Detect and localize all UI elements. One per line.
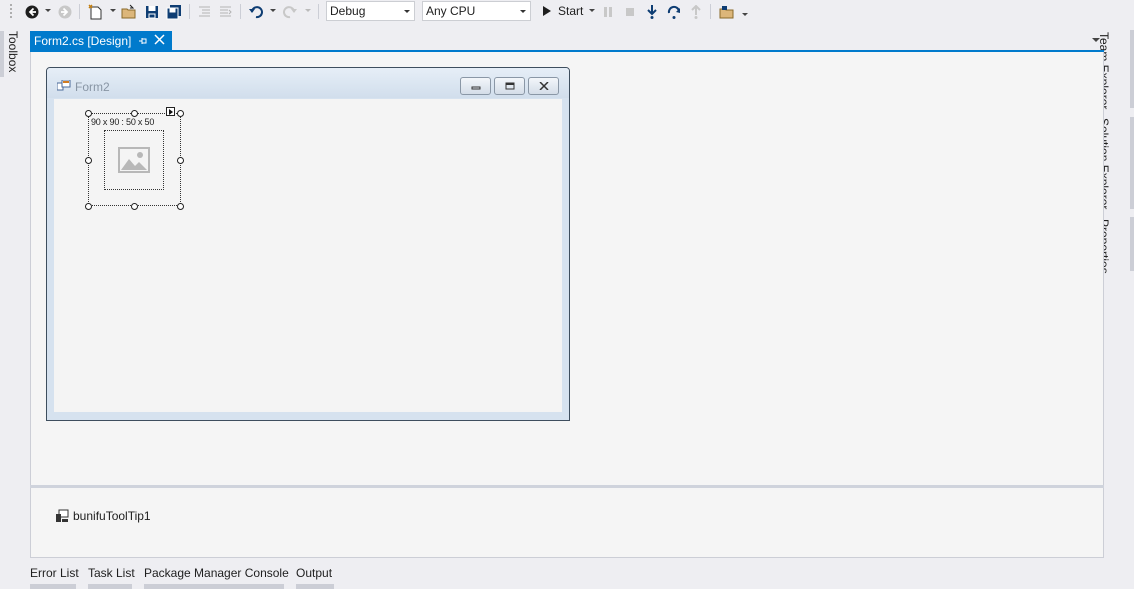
save-all-icon[interactable] — [165, 2, 183, 21]
find-icon[interactable] — [718, 2, 736, 21]
resize-handle[interactable] — [131, 203, 138, 210]
document-tab[interactable]: Form2.cs [Design] — [30, 31, 172, 50]
toolbox-tab[interactable]: Toolbox — [6, 31, 20, 72]
resize-handle[interactable] — [85, 110, 92, 117]
pin-icon[interactable] — [138, 35, 148, 49]
resize-handle[interactable] — [131, 110, 138, 117]
form-title: Form2 — [75, 80, 110, 94]
minimize-button[interactable] — [460, 77, 491, 95]
toolbar-grip[interactable] — [9, 3, 13, 20]
image-placeholder-icon — [118, 147, 150, 173]
back-dropdown-icon[interactable] — [45, 9, 51, 12]
resize-handle[interactable] — [85, 157, 92, 164]
redo-icon[interactable] — [281, 2, 299, 21]
platform-value: Any CPU — [426, 4, 476, 18]
stop-icon[interactable] — [623, 2, 637, 21]
toolbar-separator — [240, 4, 241, 19]
error-list-tab[interactable]: Error List — [30, 566, 79, 580]
chevron-down-icon — [404, 10, 410, 13]
document-tab-strip: Form2.cs [Design] — [30, 31, 1104, 52]
new-project-icon[interactable] — [87, 2, 105, 21]
output-tab-indicator — [296, 584, 334, 589]
smart-tag-arrow-icon[interactable] — [166, 107, 175, 116]
comment-icon[interactable] — [196, 2, 212, 21]
package-manager-console-tab-indicator — [144, 584, 284, 589]
new-project-dropdown-icon[interactable] — [110, 9, 116, 12]
solution-configurations-combo[interactable]: Debug — [326, 1, 415, 21]
configuration-value: Debug — [330, 4, 366, 18]
tray-component-label: bunifuToolTip1 — [73, 509, 151, 523]
form-titlebar[interactable]: Form2 — [47, 68, 569, 98]
task-list-tab-indicator — [88, 584, 132, 589]
pause-icon[interactable] — [601, 2, 615, 21]
toolbox-tab-indicator — [0, 31, 4, 77]
start-dropdown-icon[interactable] — [589, 9, 595, 12]
document-tab-title: Form2.cs [Design] — [34, 33, 132, 48]
toolbar-options-icon[interactable] — [742, 13, 748, 16]
maximize-icon — [505, 82, 514, 90]
toolbar-separator — [318, 4, 319, 19]
step-over-icon[interactable] — [666, 2, 682, 21]
properties-tab-indicator — [1130, 217, 1134, 271]
redo-dropdown-icon[interactable] — [305, 9, 311, 12]
team-explorer-tab-indicator — [1130, 30, 1134, 108]
open-file-icon[interactable] — [120, 2, 138, 21]
resize-handle[interactable] — [177, 203, 184, 210]
undo-icon[interactable] — [247, 2, 265, 21]
step-out-icon[interactable] — [689, 2, 703, 21]
toolbar-separator — [189, 4, 190, 19]
maximize-button[interactable] — [494, 77, 525, 95]
back-icon[interactable] — [23, 2, 40, 21]
resize-handle[interactable] — [177, 157, 184, 164]
solution-explorer-tab-indicator — [1130, 117, 1134, 209]
solution-platforms-combo[interactable]: Any CPU — [422, 1, 531, 21]
component-tray[interactable]: bunifuToolTip1 — [30, 488, 1104, 558]
form-icon — [56, 79, 71, 95]
resize-handle[interactable] — [177, 110, 184, 117]
component-icon — [56, 509, 69, 522]
step-into-icon[interactable] — [645, 2, 659, 21]
start-label: Start — [558, 4, 584, 18]
save-icon[interactable] — [143, 2, 161, 21]
output-tab[interactable]: Output — [296, 566, 332, 580]
task-list-tab[interactable]: Task List — [88, 566, 135, 580]
main-toolbar: Debug Any CPU Start — [0, 0, 1134, 23]
chevron-down-icon[interactable] — [1092, 38, 1100, 42]
picture-box-size-label: 90 x 90 : 50 x 50 — [91, 117, 155, 127]
minimize-icon — [471, 86, 480, 90]
picture-box[interactable] — [104, 130, 164, 190]
start-icon — [543, 6, 551, 16]
undo-dropdown-icon[interactable] — [270, 9, 276, 12]
resize-handle[interactable] — [85, 203, 92, 210]
error-list-tab-indicator — [30, 584, 76, 589]
close-icon[interactable] — [154, 34, 165, 48]
toolbar-separator — [710, 4, 711, 19]
toolbar-separator — [79, 4, 80, 19]
chevron-down-icon — [520, 10, 526, 13]
uncomment-icon[interactable] — [217, 2, 233, 21]
forward-icon[interactable] — [56, 2, 73, 21]
close-icon — [538, 82, 549, 90]
package-manager-console-tab[interactable]: Package Manager Console — [144, 566, 289, 580]
left-tool-strip — [0, 23, 22, 589]
tray-component-item[interactable]: bunifuToolTip1 — [55, 509, 151, 523]
start-debugging-button[interactable]: Start — [540, 1, 583, 21]
close-button[interactable] — [528, 77, 559, 95]
